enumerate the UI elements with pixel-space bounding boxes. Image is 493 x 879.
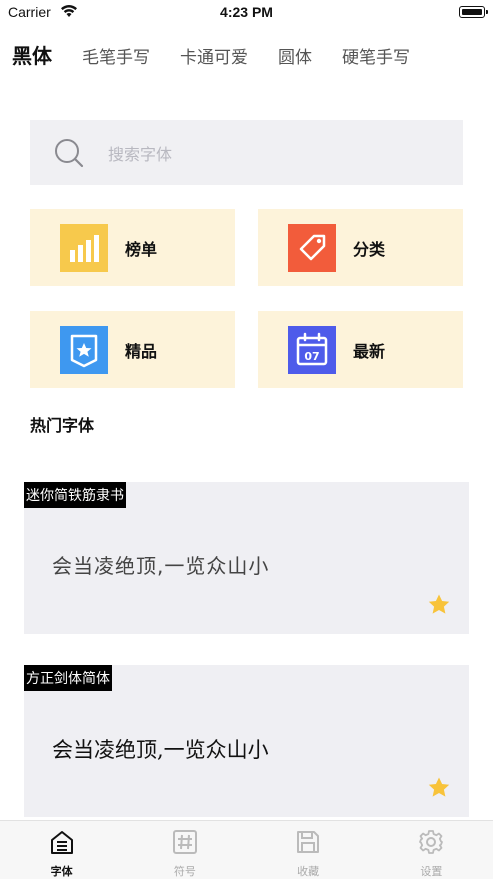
- font-category-tabs: 黑体 毛笔手写 卡通可爱 圆体 硬笔手写: [12, 40, 440, 70]
- search-input[interactable]: [106, 140, 440, 168]
- font-name-tag: 方正剑体简体: [24, 665, 112, 691]
- hot-fonts-title: 热门字体: [30, 416, 95, 435]
- tabbar-item-symbols[interactable]: 符号: [123, 821, 246, 879]
- font-home-icon: [50, 831, 73, 854]
- font-sample-text: 会当凌绝顶,一览众山小: [52, 738, 269, 762]
- category-label: 精品: [125, 342, 158, 361]
- tab-pen-handwriting[interactable]: 硬笔手写: [342, 43, 410, 68]
- tab-brush-handwriting[interactable]: 毛笔手写: [82, 43, 150, 68]
- category-label: 分类: [353, 240, 386, 259]
- category-label: 榜单: [125, 240, 158, 259]
- tabbar-label: 收藏: [297, 865, 320, 878]
- bar-chart-icon: [60, 224, 108, 272]
- font-card[interactable]: 迷你简铁筋隶书 会当凌绝顶,一览众山小: [24, 482, 469, 634]
- tabbar-item-favorites[interactable]: 收藏: [247, 821, 370, 879]
- category-latest-card[interactable]: 07 最新: [258, 311, 463, 388]
- tag-icon: [288, 224, 336, 272]
- calendar-icon: 07: [288, 326, 336, 374]
- star-icon[interactable]: [427, 776, 451, 800]
- battery-icon: [459, 6, 488, 18]
- search-bar[interactable]: [30, 120, 463, 185]
- gear-icon: [419, 830, 444, 854]
- status-time: 4:23 PM: [220, 4, 273, 20]
- tabbar-item-fonts[interactable]: 字体: [0, 821, 123, 879]
- bottom-tab-bar: 字体 符号 收藏 设置: [0, 820, 493, 879]
- tabbar-label: 符号: [173, 865, 196, 878]
- category-premium-card[interactable]: 精品: [30, 311, 235, 388]
- tab-rounded[interactable]: 圆体: [278, 43, 312, 68]
- font-sample-text: 会当凌绝顶,一览众山小: [52, 554, 270, 578]
- tab-heiti[interactable]: 黑体: [12, 40, 52, 69]
- badge-star-icon: [60, 326, 108, 374]
- category-rankings-card[interactable]: 榜单: [30, 209, 235, 286]
- tab-cartoon-cute[interactable]: 卡通可爱: [180, 43, 248, 68]
- tabbar-label: 字体: [50, 865, 73, 878]
- font-name-tag: 迷你简铁筋隶书: [24, 482, 126, 508]
- hash-icon: [172, 830, 197, 854]
- category-label: 最新: [353, 342, 386, 361]
- status-bar: Carrier 4:23 PM: [0, 0, 493, 26]
- star-icon[interactable]: [427, 593, 451, 617]
- category-classification-card[interactable]: 分类: [258, 209, 463, 286]
- font-card[interactable]: 方正剑体简体 会当凌绝顶,一览众山小: [24, 665, 469, 817]
- calendar-date-text: 07: [304, 350, 319, 363]
- tabbar-label: 设置: [420, 865, 443, 878]
- tabbar-item-settings[interactable]: 设置: [370, 821, 493, 879]
- save-icon: [297, 831, 320, 853]
- search-icon: [55, 139, 84, 168]
